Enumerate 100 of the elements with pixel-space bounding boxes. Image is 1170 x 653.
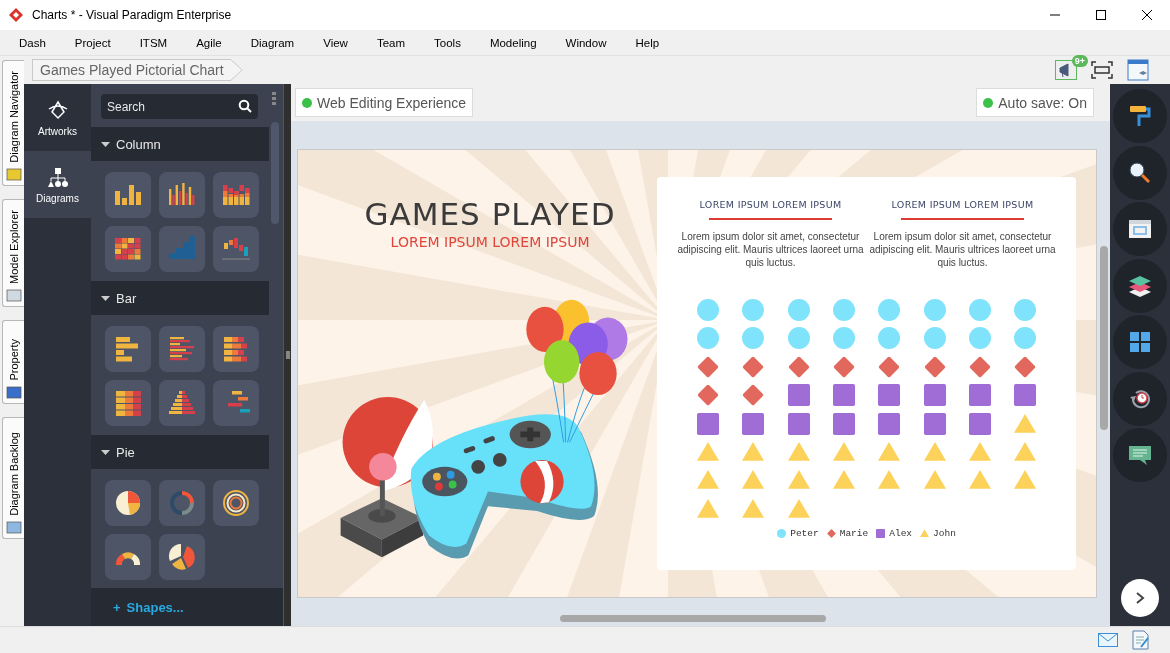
circle-pictogram-icon xyxy=(697,299,720,321)
circle-pictogram-icon xyxy=(1014,299,1037,321)
chart-template-button[interactable] xyxy=(105,226,151,272)
chart-template-button[interactable] xyxy=(213,226,259,272)
chart-template-button[interactable] xyxy=(105,326,151,372)
chart-template-button[interactable] xyxy=(105,172,151,218)
horizontal-scrollbar-thumb[interactable] xyxy=(560,615,826,622)
chart-template-button[interactable] xyxy=(159,380,205,426)
splitter-grip-icon xyxy=(285,351,290,359)
side-tab[interactable]: Diagram Navigator xyxy=(2,60,24,186)
triangle-pictogram-icon xyxy=(878,440,901,463)
chart-template-button[interactable] xyxy=(159,326,205,372)
menu-item[interactable]: Window xyxy=(565,36,607,49)
legend-label: John xyxy=(933,527,956,539)
square-pictogram-icon xyxy=(742,412,765,435)
menu-item[interactable]: Dash xyxy=(19,36,46,49)
triangle-pictogram-icon xyxy=(1014,440,1037,463)
square-pictogram-icon xyxy=(787,412,810,435)
triangle-pictogram-icon xyxy=(1014,412,1037,435)
grid-pages-icon xyxy=(1127,329,1153,355)
hierarchy-icon xyxy=(46,165,69,188)
side-tab[interactable]: Diagram Backlog xyxy=(2,417,24,539)
chart-title: GAMES PLAYED xyxy=(364,196,616,232)
column-text: Lorem ipsum dolor sit amet, consectetur adipiscing elit. Mauris ultrices laoreet urna quis luctus. xyxy=(676,230,865,269)
menu-item[interactable]: Modeling xyxy=(489,36,537,49)
triangle-pictogram-icon xyxy=(697,440,720,463)
chart-template-button[interactable] xyxy=(213,480,259,526)
column-heading: LOREM IPSUM LOREM IPSUM xyxy=(699,199,842,210)
paint-roller-icon xyxy=(1127,103,1153,129)
chart-template-button[interactable] xyxy=(159,172,205,218)
layout-button[interactable] xyxy=(1126,59,1150,81)
section-header[interactable]: Bar xyxy=(91,281,269,315)
expand-button[interactable] xyxy=(1121,579,1159,617)
breadcrumb[interactable]: Games Played Pictorial Chart xyxy=(32,59,243,81)
document-edit-icon xyxy=(1132,630,1150,650)
legend-label: Marie xyxy=(839,527,869,539)
chart-template-button[interactable] xyxy=(105,380,151,426)
search-icon xyxy=(1127,159,1153,186)
fit-view-button[interactable] xyxy=(1090,59,1114,81)
legend-marker-icon xyxy=(920,528,930,538)
vertical-scrollbar-thumb[interactable] xyxy=(1100,246,1108,430)
pen-tool-icon xyxy=(46,98,69,121)
megaphone-icon xyxy=(1055,60,1077,80)
circle-pictogram-icon xyxy=(968,299,991,321)
chart-subtitle: LOREM IPSUM LOREM IPSUM xyxy=(390,234,590,250)
status-dot-icon xyxy=(983,97,994,108)
shapes-link[interactable]: + Shapes... xyxy=(113,599,184,615)
legend-marker-icon xyxy=(777,528,787,538)
chart-template-button[interactable] xyxy=(105,534,151,580)
circle-pictogram-icon xyxy=(697,327,720,350)
square-pictogram-icon xyxy=(1014,384,1037,407)
menu-item[interactable]: Diagram xyxy=(250,36,295,49)
circle-pictogram-icon xyxy=(742,327,765,350)
square-pictogram-icon xyxy=(832,384,855,407)
menu-item[interactable]: Agile xyxy=(196,36,222,49)
chart-template-button[interactable] xyxy=(105,480,151,526)
side-tab[interactable]: Model Explorer xyxy=(2,199,24,307)
menu-item[interactable]: Tools xyxy=(434,36,461,49)
menu-item[interactable]: Help xyxy=(635,36,660,49)
maximize-icon xyxy=(1095,9,1107,21)
nav-tab[interactable]: Artworks xyxy=(24,84,91,151)
side-tab[interactable]: Property xyxy=(2,320,24,404)
panel-icon xyxy=(5,384,22,400)
menu-item[interactable]: Team xyxy=(376,36,406,49)
status-indicator[interactable]: Web Editing Experience xyxy=(295,88,474,117)
circle-pictogram-icon xyxy=(787,327,810,350)
circle-pictogram-icon xyxy=(832,327,855,350)
square-pictogram-icon xyxy=(832,412,855,435)
menu-item[interactable]: Project xyxy=(74,36,111,49)
square-pictogram-icon xyxy=(923,412,946,435)
menu-item[interactable]: ITSM xyxy=(139,36,168,49)
chart-template-button[interactable] xyxy=(213,326,259,372)
app-logo-icon xyxy=(8,7,24,23)
search-field[interactable]: Search xyxy=(101,94,258,119)
circle-pictogram-icon xyxy=(1014,327,1037,350)
triangle-pictogram-icon xyxy=(968,440,991,463)
menu-item[interactable]: View xyxy=(323,36,348,49)
column-text: Lorem ipsum dolor sit amet, consectetur adipiscing elit. Mauris ultrices laoreet urna quis luctus. xyxy=(868,230,1057,269)
square-pictogram-icon xyxy=(787,384,810,407)
square-pictogram-icon xyxy=(878,384,901,407)
circle-pictogram-icon xyxy=(968,327,991,350)
mail-icon xyxy=(1098,633,1118,647)
column-heading: LOREM IPSUM LOREM IPSUM xyxy=(891,199,1034,210)
window-title: Charts * - Visual Paradigm Enterprise xyxy=(32,8,233,22)
chart-template-button[interactable] xyxy=(213,172,259,218)
circle-pictogram-icon xyxy=(878,327,901,350)
nav-tab[interactable]: Diagrams xyxy=(24,151,91,218)
square-pictogram-icon xyxy=(968,384,991,407)
status-indicator[interactable]: Auto save: On xyxy=(976,88,1094,117)
chart-template-button[interactable] xyxy=(213,380,259,426)
section-header[interactable]: Pie xyxy=(91,435,269,469)
chart-template-button[interactable] xyxy=(159,534,205,580)
legend-marker-icon xyxy=(876,528,886,538)
square-pictogram-icon xyxy=(697,412,720,435)
scrollbar-thumb[interactable] xyxy=(271,122,279,224)
square-pictogram-icon xyxy=(878,412,901,435)
circle-pictogram-icon xyxy=(832,299,855,321)
section-header[interactable]: Column xyxy=(91,127,269,161)
menu-dots-icon xyxy=(272,92,276,106)
circle-pictogram-icon xyxy=(923,299,946,321)
